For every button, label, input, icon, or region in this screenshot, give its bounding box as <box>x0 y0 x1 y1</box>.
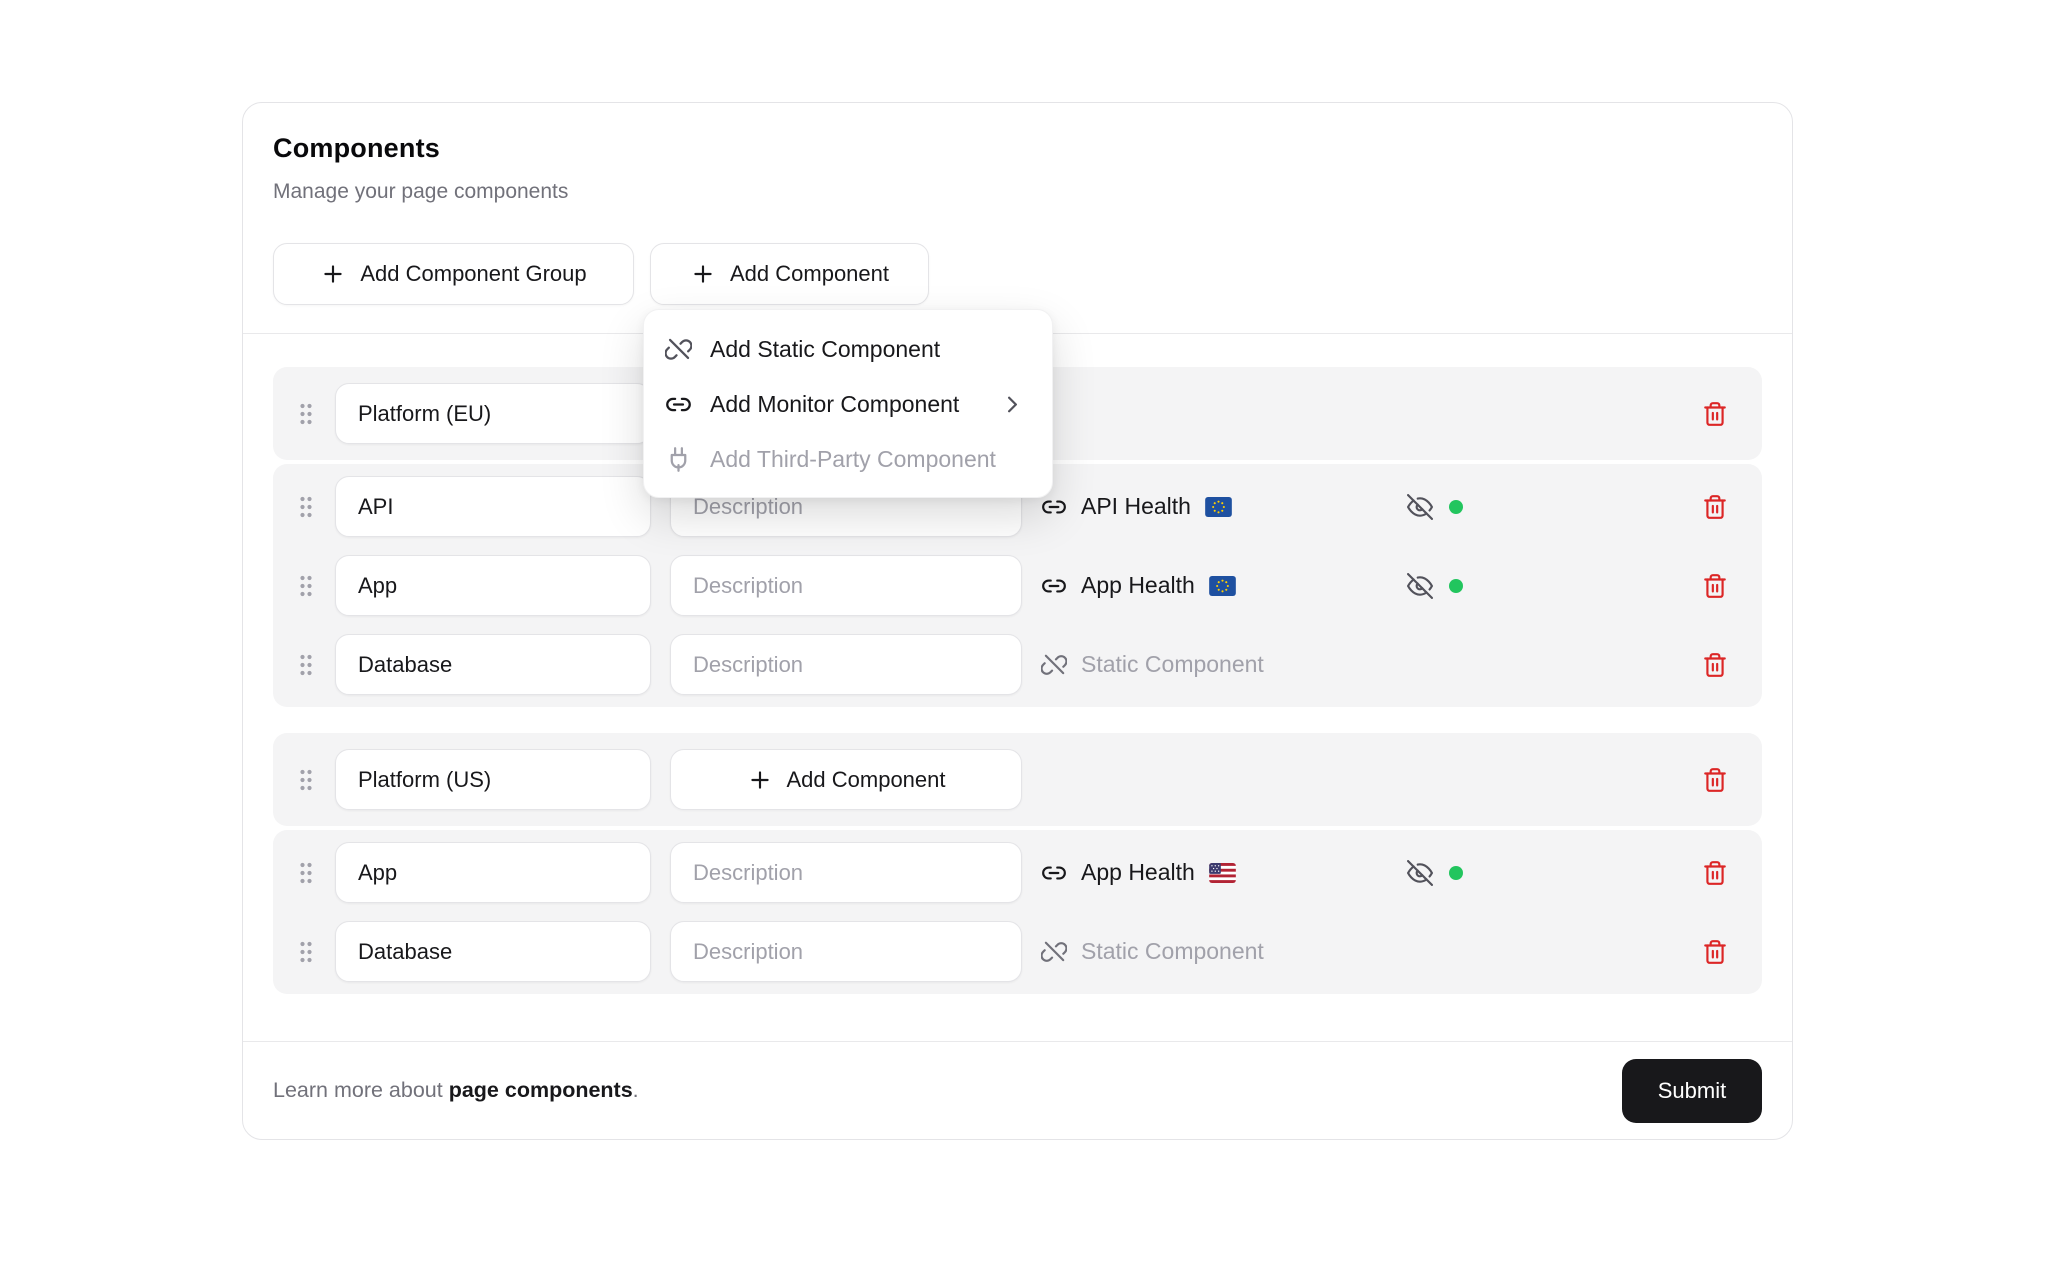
status-dot <box>1449 866 1463 880</box>
menu-item-add-third-party-component: Add Third-Party Component <box>644 432 1052 487</box>
static-component-chip: Static Component <box>1041 938 1407 965</box>
plus-icon <box>747 767 773 793</box>
static-component-label: Static Component <box>1081 651 1264 678</box>
delete-component-button[interactable] <box>1702 573 1728 599</box>
delete-component-button[interactable] <box>1702 494 1728 520</box>
eye-off-icon[interactable] <box>1407 860 1433 886</box>
group-components: API Health <box>273 464 1762 707</box>
drag-handle-icon[interactable] <box>293 401 319 427</box>
delete-component-button[interactable] <box>1702 939 1728 965</box>
add-component-button[interactable]: Add Component <box>650 243 929 305</box>
delete-component-button[interactable] <box>1702 652 1728 678</box>
link-icon <box>1041 860 1067 886</box>
trash-icon <box>1702 401 1728 427</box>
component-row: App Health <box>273 555 1762 616</box>
card-footer: Learn more about page components. Submit <box>243 1041 1792 1139</box>
monitor-label: App Health <box>1081 859 1195 886</box>
monitor-chip: App Health <box>1041 572 1407 599</box>
drag-handle-icon[interactable] <box>293 860 319 886</box>
eu-flag-icon <box>1209 576 1236 596</box>
us-flag-icon <box>1209 863 1236 883</box>
page: Components Manage your page components A… <box>0 0 2054 1280</box>
component-name-input[interactable] <box>335 842 651 903</box>
delete-component-button[interactable] <box>1702 860 1728 886</box>
learn-more-text: Learn more about page components. <box>273 1078 639 1103</box>
component-row: Static Component <box>273 634 1762 695</box>
delete-group-button[interactable] <box>1702 401 1728 427</box>
component-description-input[interactable] <box>670 921 1022 982</box>
component-name-input[interactable] <box>335 555 651 616</box>
toolbar: Add Component Group Add Component <box>273 243 1762 305</box>
menu-item-add-monitor-component[interactable]: Add Monitor Component <box>644 377 1052 432</box>
static-component-label: Static Component <box>1081 938 1264 965</box>
card-header: Components Manage your page components A… <box>243 103 1792 334</box>
component-name-input[interactable] <box>335 476 651 537</box>
menu-item-label: Add Monitor Component <box>710 391 959 418</box>
unlink-icon <box>1041 652 1067 678</box>
link-icon <box>1041 573 1067 599</box>
link-icon <box>665 391 692 418</box>
monitor-chip: API Health <box>1041 493 1407 520</box>
visibility-status <box>1407 494 1467 520</box>
monitor-label: App Health <box>1081 572 1195 599</box>
drag-handle-icon[interactable] <box>293 767 319 793</box>
component-name-input[interactable] <box>335 921 651 982</box>
trash-icon <box>1702 652 1728 678</box>
add-component-group-button[interactable]: Add Component Group <box>273 243 634 305</box>
group-components: App Health <box>273 830 1762 994</box>
plug-icon <box>665 446 692 473</box>
unlink-icon <box>1041 939 1067 965</box>
component-name-input[interactable] <box>335 634 651 695</box>
static-component-chip: Static Component <box>1041 651 1407 678</box>
add-component-dropdown: Add Static Component Add Monitor Compone… <box>643 309 1053 498</box>
visibility-status <box>1407 860 1467 886</box>
component-row: Static Component <box>273 921 1762 982</box>
drag-handle-icon[interactable] <box>293 939 319 965</box>
components-card: Components Manage your page components A… <box>242 102 1793 1140</box>
link-icon <box>1041 494 1067 520</box>
submit-button[interactable]: Submit <box>1622 1059 1762 1123</box>
component-row: App Health <box>273 842 1762 903</box>
delete-group-button[interactable] <box>1702 767 1728 793</box>
drag-handle-icon[interactable] <box>293 494 319 520</box>
page-title: Components <box>273 130 1762 166</box>
monitor-chip: App Health <box>1041 859 1407 886</box>
eye-off-icon[interactable] <box>1407 573 1433 599</box>
drag-handle-icon[interactable] <box>293 573 319 599</box>
group-name-input[interactable] <box>335 383 651 444</box>
group-header-row: Add Component <box>273 733 1762 826</box>
menu-item-add-static-component[interactable]: Add Static Component <box>644 322 1052 377</box>
drag-handle-icon[interactable] <box>293 652 319 678</box>
eu-flag-icon <box>1205 497 1232 517</box>
trash-icon <box>1702 494 1728 520</box>
group-add-component-button[interactable]: Add Component <box>670 749 1022 810</box>
trash-icon <box>1702 860 1728 886</box>
component-description-input[interactable] <box>670 634 1022 695</box>
trash-icon <box>1702 767 1728 793</box>
menu-item-label: Add Third-Party Component <box>710 446 996 473</box>
page-subtitle: Manage your page components <box>273 178 1762 206</box>
learn-more-link[interactable]: page components <box>449 1078 633 1102</box>
learn-more-suffix: . <box>633 1078 639 1102</box>
monitor-label: API Health <box>1081 493 1191 520</box>
group-name-input[interactable] <box>335 749 651 810</box>
eye-off-icon[interactable] <box>1407 494 1433 520</box>
group-add-component-label: Add Component <box>787 767 946 793</box>
add-component-label: Add Component <box>730 261 889 287</box>
trash-icon <box>1702 573 1728 599</box>
plus-icon <box>320 261 346 287</box>
unlink-icon <box>665 336 692 363</box>
add-component-group-label: Add Component Group <box>360 261 586 287</box>
menu-item-label: Add Static Component <box>710 336 940 363</box>
plus-icon <box>690 261 716 287</box>
component-description-input[interactable] <box>670 555 1022 616</box>
status-dot <box>1449 500 1463 514</box>
learn-more-prefix: Learn more about <box>273 1078 449 1102</box>
component-description-input[interactable] <box>670 842 1022 903</box>
status-dot <box>1449 579 1463 593</box>
chevron-right-icon <box>999 391 1026 418</box>
trash-icon <box>1702 939 1728 965</box>
visibility-status <box>1407 573 1467 599</box>
